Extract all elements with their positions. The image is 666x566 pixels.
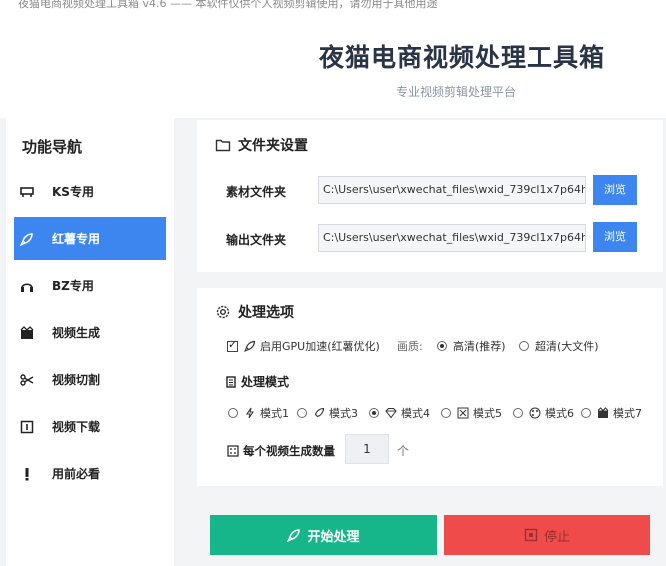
- mode-option-3[interactable]: 模式3: [297, 405, 358, 421]
- sidebar-item-label: 视频下载: [52, 420, 101, 434]
- mode-option-7[interactable]: 模式7: [581, 405, 642, 421]
- count-label: 每个视频生成数量: [227, 443, 335, 459]
- download-icon: [20, 420, 34, 434]
- start-button[interactable]: 开始处理: [210, 515, 437, 555]
- mode-radio[interactable]: [441, 408, 451, 418]
- stop-button[interactable]: 停止: [444, 515, 650, 555]
- mode-radio[interactable]: [369, 408, 379, 418]
- sidebar: 功能导航 KS专用 红薯专用 BZ专用 视频生成 视频切割 视频下载 用前必看: [6, 118, 174, 566]
- mode-radio[interactable]: [297, 408, 307, 418]
- source-browse-button[interactable]: 浏览: [593, 175, 637, 205]
- mode-title: 处理模式: [225, 373, 289, 390]
- output-folder-label: 输出文件夹: [226, 233, 287, 247]
- shuffle-icon: [457, 407, 469, 419]
- mode-option-6[interactable]: 模式6: [513, 405, 574, 421]
- app-title: 夜猫电商视频处理工具箱: [318, 43, 605, 72]
- sidebar-item-video-download[interactable]: 视频下载: [14, 405, 166, 448]
- app-subtitle: 专业视频剪辑处理平台: [396, 85, 517, 99]
- sidebar-item-label: 红薯专用: [52, 232, 101, 246]
- sidebar-item-label: 视频生成: [52, 326, 101, 340]
- grid-icon: [227, 445, 239, 457]
- sidebar-item-ks[interactable]: KS专用: [14, 170, 166, 213]
- sidebar-title: 功能导航: [22, 138, 83, 156]
- count-unit-label: 个: [397, 444, 410, 458]
- sidebar-item-video-gen[interactable]: 视频生成: [14, 311, 166, 354]
- options-title: 处理选项: [215, 302, 294, 322]
- sidebar-item-label: 视频切割: [52, 373, 101, 387]
- gpu-checkbox[interactable]: 启用GPU加速(红薯优化): [227, 338, 380, 354]
- gpu-checkbox-box[interactable]: [227, 338, 238, 352]
- folder-settings-title: 文件夹设置: [215, 135, 308, 155]
- mode-radio[interactable]: [228, 408, 238, 418]
- stop-icon: [524, 528, 544, 542]
- gpu-label: 启用GPU加速(红薯优化): [260, 340, 380, 353]
- gear-icon: [215, 304, 238, 320]
- scissors-icon: [20, 373, 34, 387]
- mode-option-1[interactable]: 模式1: [228, 405, 289, 421]
- diamond-icon: [385, 407, 397, 419]
- quality-option-uhd[interactable]: 超清(大文件): [519, 338, 599, 354]
- output-browse-button[interactable]: 浏览: [593, 222, 637, 252]
- mode-radio[interactable]: [513, 408, 523, 418]
- quality-option-hd[interactable]: 高清(推荐): [437, 338, 506, 354]
- sidebar-item-label: KS专用: [52, 185, 94, 199]
- quality-radio-hd[interactable]: [437, 341, 447, 351]
- sidebar-item-video-cut[interactable]: 视频切割: [14, 358, 166, 401]
- palette-icon: [529, 407, 541, 419]
- mode-option-5[interactable]: 模式5: [441, 405, 502, 421]
- sidebar-item-bz[interactable]: BZ专用: [14, 264, 166, 307]
- quality-radio-uhd[interactable]: [519, 341, 529, 351]
- source-folder-label: 素材文件夹: [226, 185, 287, 199]
- sidebar-item-hongshu[interactable]: 红薯专用: [14, 217, 166, 260]
- mode-option-4[interactable]: 模式4: [369, 405, 430, 421]
- options-card: 处理选项 启用GPU加速(红薯优化) 画质: 高清(推荐) 超清(大文件) 处理…: [197, 288, 663, 486]
- quality-label: 画质:: [397, 340, 423, 353]
- app-header: 夜猫电商视频处理工具箱 专业视频剪辑处理平台: [0, 14, 666, 118]
- output-folder-field[interactable]: C:\Users\user\xwechat_files\wxid_739cl1x…: [318, 224, 586, 252]
- film-icon: [20, 325, 34, 340]
- mode-icon: [225, 375, 237, 388]
- folder-settings-card: 文件夹设置 素材文件夹 C:\Users\user\xwechat_files\…: [197, 120, 663, 272]
- window-title: 夜猫电商视频处理工具箱 v4.6 —— 本软件仅供个人视频剪辑使用，请勿用于其他…: [0, 0, 666, 14]
- sidebar-item-label: BZ专用: [52, 279, 94, 293]
- lightning-icon: [244, 407, 256, 419]
- sidebar-item-must-read[interactable]: 用前必看: [14, 452, 166, 495]
- count-stepper[interactable]: 1: [345, 434, 389, 464]
- exclamation-icon: [20, 467, 34, 481]
- source-folder-field[interactable]: C:\Users\user\xwechat_files\wxid_739cl1x…: [318, 176, 586, 204]
- film-icon: [597, 407, 609, 419]
- folder-icon: [215, 137, 238, 153]
- ks-icon: [20, 185, 34, 199]
- rocket-icon: [244, 340, 256, 352]
- headphones-icon: [20, 279, 34, 293]
- rocket-icon: [20, 232, 34, 246]
- sidebar-item-label: 用前必看: [52, 467, 101, 481]
- rocket-icon: [287, 528, 307, 542]
- mode-radio[interactable]: [581, 408, 591, 418]
- rocket-icon: [313, 407, 325, 419]
